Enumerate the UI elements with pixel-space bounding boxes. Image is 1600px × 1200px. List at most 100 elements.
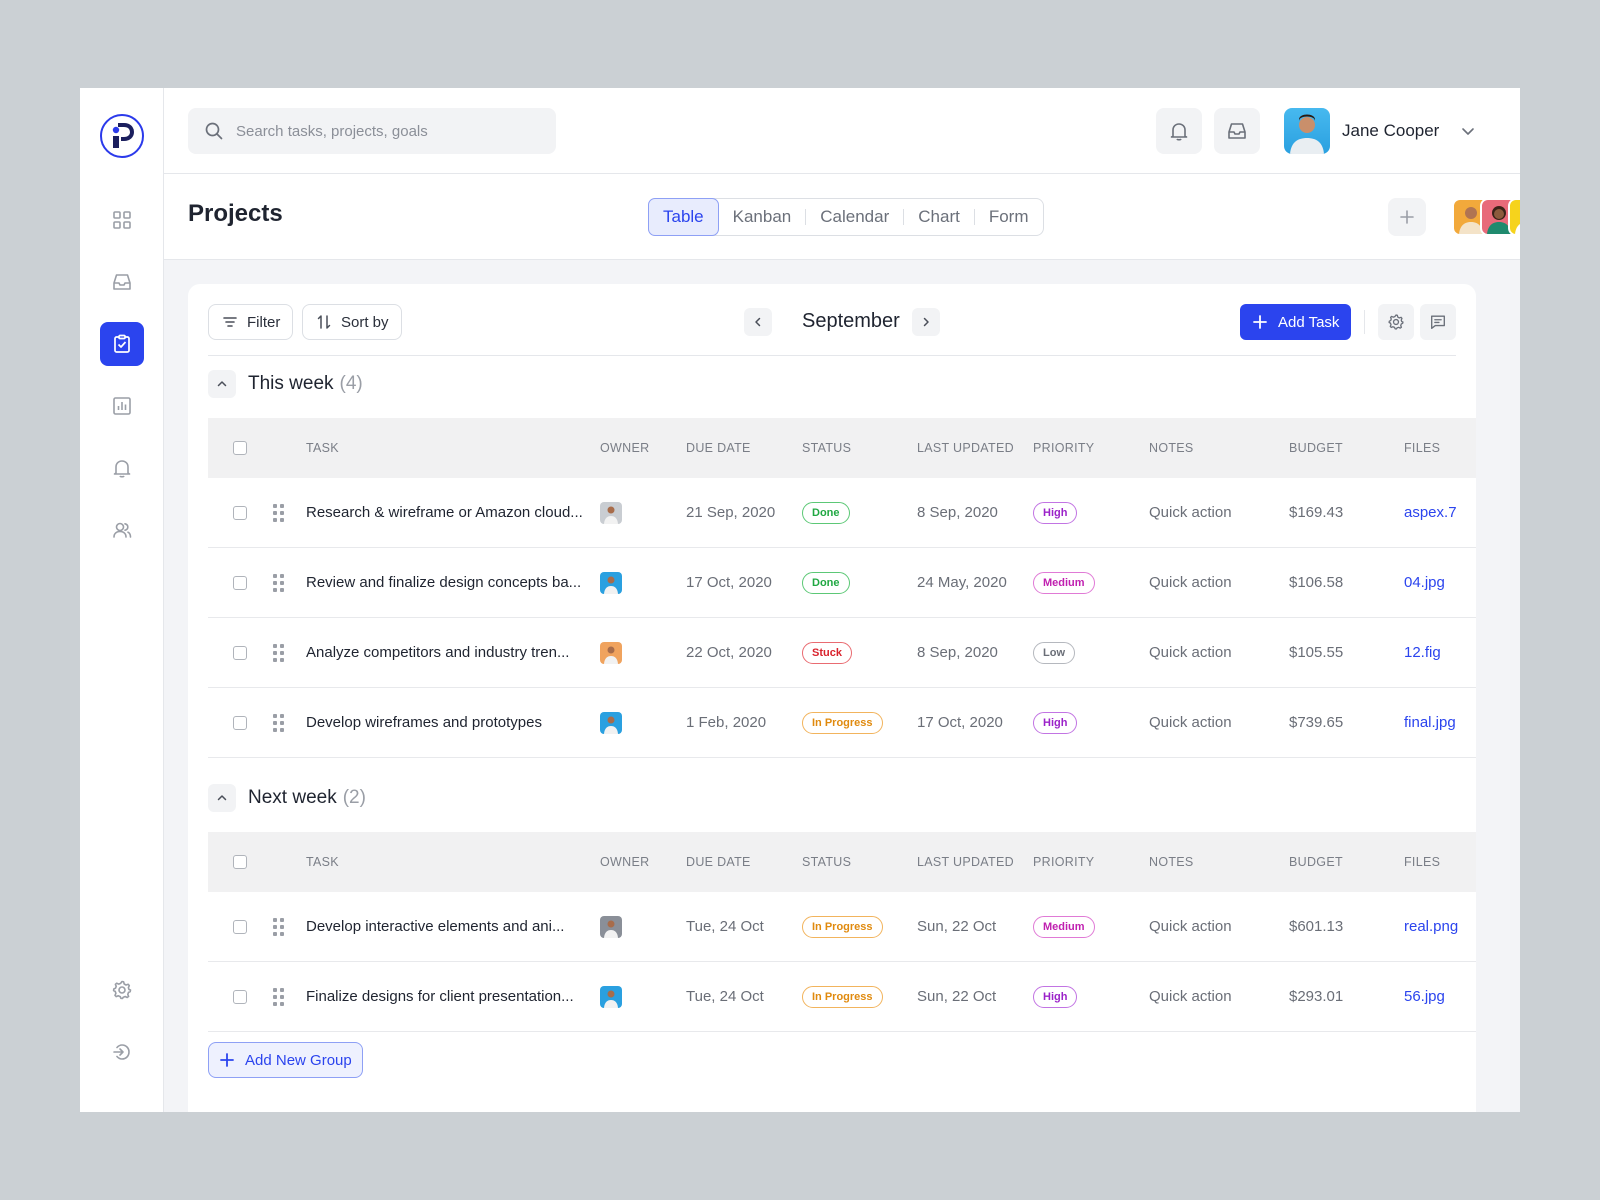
notes-quick-action[interactable]: Quick action — [1149, 688, 1232, 757]
sidebar-item-notifications[interactable] — [100, 446, 144, 490]
sidebar-item-settings[interactable] — [100, 968, 144, 1012]
column-header-owner[interactable]: OWNER — [600, 418, 649, 478]
row-checkbox[interactable] — [233, 919, 247, 934]
avatar[interactable] — [600, 985, 622, 1008]
column-header-files[interactable]: FILES — [1404, 418, 1440, 478]
search-input[interactable] — [236, 122, 536, 140]
column-header-last-updated[interactable]: LAST UPDATED — [917, 832, 1014, 892]
previous-month-button[interactable] — [744, 308, 772, 336]
task-name[interactable]: Review and finalize design concepts ba..… — [306, 548, 581, 617]
notes-quick-action[interactable]: Quick action — [1149, 892, 1232, 961]
drag-handle-icon[interactable] — [273, 713, 284, 732]
table-row[interactable]: Research & wireframe or Amazon cloud... 2… — [208, 478, 1476, 548]
file-link[interactable]: 56.jpg — [1404, 988, 1445, 1005]
tab-calendar[interactable]: Calendar — [806, 199, 903, 235]
table-settings-button[interactable] — [1378, 304, 1414, 340]
sidebar-item-logout[interactable] — [100, 1030, 144, 1074]
search-box[interactable] — [188, 108, 556, 154]
comments-button[interactable] — [1420, 304, 1456, 340]
collapse-group-button[interactable] — [208, 370, 236, 398]
column-header-status[interactable]: STATUS — [802, 418, 851, 478]
column-header-budget[interactable]: BUDGET — [1289, 418, 1343, 478]
sidebar-item-dashboard[interactable] — [100, 198, 144, 242]
status-badge[interactable]: In Progress — [802, 711, 883, 734]
priority-badge[interactable]: Low — [1033, 641, 1075, 664]
avatar[interactable] — [600, 711, 622, 734]
select-all-checkbox[interactable] — [233, 441, 247, 455]
column-header-owner[interactable]: OWNER — [600, 832, 649, 892]
column-header-task[interactable]: TASK — [306, 832, 339, 892]
tab-table[interactable]: Table — [648, 197, 719, 236]
tab-kanban[interactable]: Kanban — [719, 199, 806, 235]
row-checkbox[interactable] — [233, 575, 247, 590]
priority-badge[interactable]: Medium — [1033, 571, 1095, 594]
avatar[interactable] — [600, 501, 622, 524]
status-badge[interactable]: Stuck — [802, 641, 852, 664]
drag-handle-icon[interactable] — [273, 503, 284, 522]
file-link[interactable]: aspex.7 — [1404, 504, 1457, 521]
table-row[interactable]: Finalize designs for client presentation… — [208, 962, 1476, 1032]
add-member-button[interactable] — [1388, 198, 1426, 236]
table-row[interactable]: Review and finalize design concepts ba..… — [208, 548, 1476, 618]
avatar[interactable] — [1508, 198, 1520, 236]
row-checkbox[interactable] — [233, 989, 247, 1004]
sidebar-item-tasks[interactable] — [100, 322, 144, 366]
table-row[interactable]: Develop wireframes and prototypes 1 Feb, … — [208, 688, 1476, 758]
task-name[interactable]: Analyze competitors and industry tren... — [306, 618, 569, 687]
status-badge[interactable]: Done — [802, 501, 850, 524]
app-logo[interactable] — [100, 114, 144, 158]
user-menu[interactable]: Jane Cooper — [1284, 108, 1477, 154]
task-name[interactable]: Develop wireframes and prototypes — [306, 688, 542, 757]
notifications-button[interactable] — [1156, 108, 1202, 154]
column-header-status[interactable]: STATUS — [802, 832, 851, 892]
notes-quick-action[interactable]: Quick action — [1149, 618, 1232, 687]
sidebar-item-inbox[interactable] — [100, 260, 144, 304]
column-header-notes[interactable]: NOTES — [1149, 418, 1194, 478]
add-new-group-button[interactable]: Add New Group — [208, 1042, 363, 1078]
add-task-button[interactable]: Add Task — [1240, 304, 1352, 340]
drag-handle-icon[interactable] — [273, 643, 284, 662]
filter-button[interactable]: Filter — [208, 304, 294, 340]
sidebar-item-team[interactable] — [100, 508, 144, 552]
avatar[interactable] — [600, 571, 622, 594]
priority-badge[interactable]: High — [1033, 501, 1078, 524]
select-all-checkbox[interactable] — [233, 855, 247, 869]
file-link[interactable]: 12.fig — [1404, 644, 1441, 661]
notes-quick-action[interactable]: Quick action — [1149, 962, 1232, 1031]
column-header-priority[interactable]: PRIORITY — [1033, 418, 1094, 478]
column-header-due-date[interactable]: DUE DATE — [686, 832, 751, 892]
status-badge[interactable]: In Progress — [802, 985, 883, 1008]
row-checkbox[interactable] — [233, 505, 247, 520]
file-link[interactable]: 04.jpg — [1404, 574, 1445, 591]
row-checkbox[interactable] — [233, 645, 247, 660]
status-badge[interactable]: Done — [802, 571, 850, 594]
next-month-button[interactable] — [912, 308, 940, 336]
task-name[interactable]: Develop interactive elements and ani... — [306, 892, 564, 961]
column-header-budget[interactable]: BUDGET — [1289, 832, 1343, 892]
tab-chart[interactable]: Chart — [904, 199, 974, 235]
notes-quick-action[interactable]: Quick action — [1149, 548, 1232, 617]
file-link[interactable]: final.jpg — [1404, 714, 1456, 731]
task-name[interactable]: Finalize designs for client presentation… — [306, 962, 574, 1031]
collapse-group-button[interactable] — [208, 784, 236, 812]
priority-badge[interactable]: High — [1033, 711, 1078, 734]
task-name[interactable]: Research & wireframe or Amazon cloud... — [306, 478, 583, 547]
column-header-task[interactable]: TASK — [306, 418, 339, 478]
priority-badge[interactable]: High — [1033, 985, 1078, 1008]
drag-handle-icon[interactable] — [273, 987, 284, 1006]
column-header-due-date[interactable]: DUE DATE — [686, 418, 751, 478]
table-row[interactable]: Develop interactive elements and ani... T… — [208, 892, 1476, 962]
status-badge[interactable]: In Progress — [802, 915, 883, 938]
sort-button[interactable]: Sort by — [302, 304, 402, 340]
notes-quick-action[interactable]: Quick action — [1149, 478, 1232, 547]
column-header-files[interactable]: FILES — [1404, 832, 1440, 892]
row-checkbox[interactable] — [233, 715, 247, 730]
avatar[interactable] — [600, 641, 622, 664]
sidebar-item-reports[interactable] — [100, 384, 144, 428]
drag-handle-icon[interactable] — [273, 917, 284, 936]
column-header-last-updated[interactable]: LAST UPDATED — [917, 418, 1014, 478]
column-header-priority[interactable]: PRIORITY — [1033, 832, 1094, 892]
drag-handle-icon[interactable] — [273, 573, 284, 592]
file-link[interactable]: real.png — [1404, 918, 1458, 935]
inbox-button[interactable] — [1214, 108, 1260, 154]
